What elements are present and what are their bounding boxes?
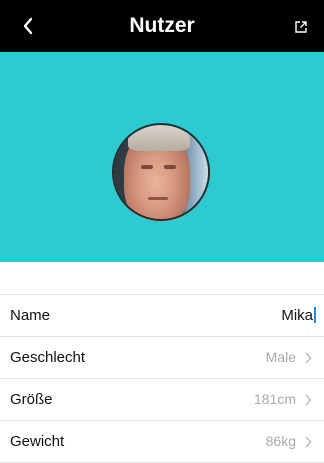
page-title: Nutzer xyxy=(129,14,195,37)
chevron-right-icon xyxy=(302,421,314,462)
share-button[interactable] xyxy=(288,14,314,40)
top-bar: Nutzer xyxy=(0,0,324,52)
height-row[interactable]: Größe 181cm xyxy=(0,379,324,421)
name-row[interactable]: Name Mika xyxy=(0,295,324,337)
chevron-right-icon xyxy=(302,337,314,378)
height-value: 181cm xyxy=(253,391,296,407)
weight-label: Gewicht xyxy=(10,433,65,450)
share-icon xyxy=(295,21,307,33)
weight-row[interactable]: Gewicht 86kg xyxy=(0,421,324,463)
profile-list: Name Mika Geschlecht Male Größe 181cm Ge… xyxy=(0,294,324,463)
name-label: Name xyxy=(10,307,51,324)
text-cursor xyxy=(314,307,316,324)
gender-value: Male xyxy=(265,349,296,365)
avatar[interactable] xyxy=(112,123,210,221)
chevron-right-icon xyxy=(302,379,314,420)
weight-value: 86kg xyxy=(265,433,296,449)
name-input[interactable]: Mika xyxy=(281,295,316,336)
height-label: Größe xyxy=(10,391,53,408)
gender-label: Geschlecht xyxy=(10,349,86,366)
gender-row[interactable]: Geschlecht Male xyxy=(0,337,324,379)
